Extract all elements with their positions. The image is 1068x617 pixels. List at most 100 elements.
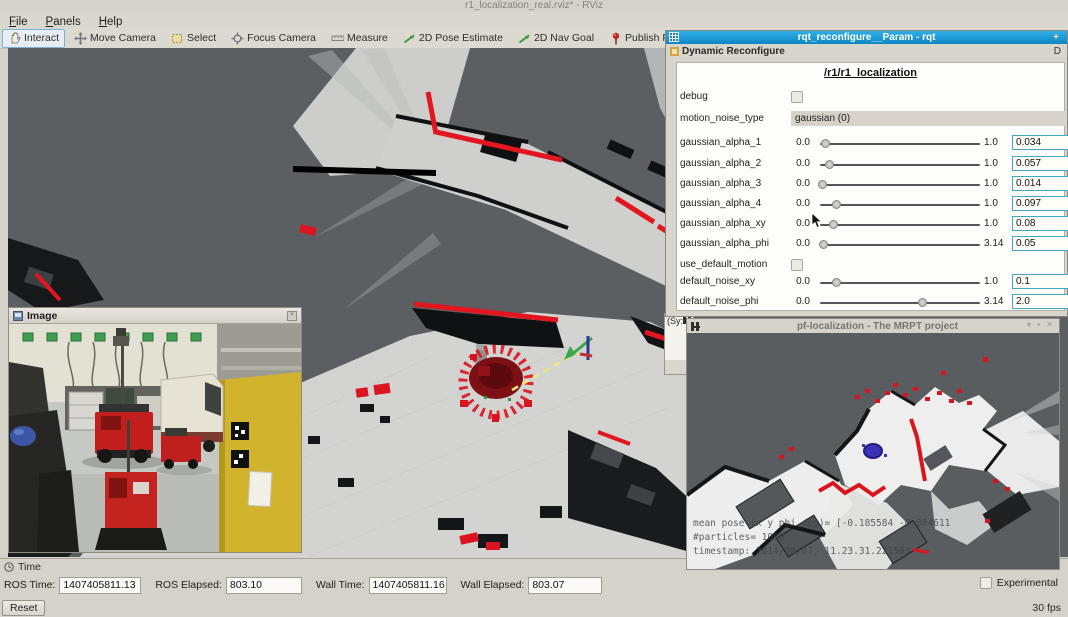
image-panel-title: Image	[27, 310, 287, 322]
move-camera-button[interactable]: Move Camera	[68, 29, 162, 48]
mrpt-timestamp-line: timestamp: 2014/08/07, 11.23.31.221503	[693, 545, 1055, 559]
slider-min-label: 0.0	[780, 198, 810, 209]
time-field-label: ROS Elapsed:	[155, 579, 222, 591]
gaussian_alpha_2-value-input[interactable]: 0.057	[1012, 156, 1068, 171]
rqt-reconfigure-window: rqt_reconfigure__Param - rqt + Dynamic R…	[665, 30, 1068, 317]
mrpt-particles-line: #particles= 1000	[693, 531, 1055, 545]
default_noise_phi-value-input[interactable]: 2.0	[1012, 294, 1068, 309]
slider-min-label: 0.0	[780, 218, 810, 229]
gaussian_alpha_phi-value-input[interactable]: 0.05	[1012, 236, 1068, 251]
select-button[interactable]: Select	[165, 29, 222, 48]
gaussian_alpha_4-value-input[interactable]: 0.097	[1012, 196, 1068, 211]
param-row-gaussian_alpha_1: gaussian_alpha_10.01.00.034	[678, 135, 1067, 152]
mrpt-status-overlay: mean pose (x y phi deg)= [-0.185584 -0.8…	[693, 517, 1055, 559]
experimental-checkbox[interactable]	[980, 577, 992, 589]
param-name-label: gaussian_alpha_1	[680, 137, 761, 148]
slider-min-label: 0.0	[780, 276, 810, 287]
slider-handle[interactable]	[821, 139, 830, 148]
desktop: r1_localization_real.rviz* - RViz FilePa…	[0, 0, 1068, 617]
mrpt-mean-pose-line: mean pose (x y phi deg)= [-0.185584 -0.8…	[693, 517, 1055, 531]
slider-max-label: 3.14	[984, 238, 1003, 249]
toolbar-button-label: Move Camera	[90, 32, 156, 44]
param-row-default_noise_xy: default_noise_xy0.01.00.1	[678, 274, 1067, 291]
image-panel-close-button[interactable]: ×	[287, 311, 297, 321]
slider-max-label: 1.0	[984, 198, 998, 209]
rqt-titlebar[interactable]: rqt_reconfigure__Param - rqt +	[666, 31, 1067, 44]
slider-handle[interactable]	[818, 180, 827, 189]
use_default_motion-checkbox[interactable]	[791, 259, 803, 271]
time-field-label: ROS Time:	[4, 579, 55, 591]
param-name-label: gaussian_alpha_3	[680, 178, 761, 189]
slider-handle[interactable]	[819, 240, 828, 249]
slider-handle[interactable]	[832, 278, 841, 287]
gaussian_alpha_4-slider[interactable]	[820, 204, 980, 206]
gaussian_alpha_xy-slider[interactable]	[820, 224, 980, 226]
time-field: ROS Time: 1407405811.13	[4, 577, 141, 594]
image-panel-icon	[13, 311, 23, 321]
rqt-node-name: /r1/r1_localization	[676, 67, 1065, 79]
time-field-value[interactable]: 803.10	[226, 577, 302, 594]
ar-marker	[231, 450, 249, 468]
param-row-gaussian_alpha_3: gaussian_alpha_3 0.0 1.0 0.014	[678, 176, 1067, 193]
experimental-option: Experimental	[980, 577, 1058, 589]
interact-button[interactable]: Interact	[2, 29, 65, 48]
gaussian_alpha_3-value-input[interactable]: 0.014	[1012, 176, 1068, 191]
focus-camera-button[interactable]: Focus Camera	[225, 29, 322, 48]
rqt-dock-corner-label: D	[1054, 46, 1061, 57]
param-row-gaussian_alpha_xy: gaussian_alpha_xy0.01.00.08	[678, 216, 1067, 233]
param-row-gaussian_alpha_2: gaussian_alpha_20.01.00.057	[678, 156, 1067, 173]
param-row-gaussian_alpha_4: gaussian_alpha_4 0.0 1.0 0.097	[678, 196, 1067, 213]
move-camera-icon	[74, 32, 87, 45]
debug-checkbox[interactable]	[791, 91, 803, 103]
measure-button[interactable]: Measure	[325, 29, 394, 48]
param-row-debug: debug	[678, 89, 1067, 106]
toolbar-button-label: Focus Camera	[247, 32, 316, 44]
slider-handle[interactable]	[829, 220, 838, 229]
gaussian_alpha_1-value-input[interactable]: 0.034	[1012, 135, 1068, 150]
fps-indicator: 30 fps	[1032, 602, 1061, 614]
rqt-dock-titlebar[interactable]: Dynamic Reconfigure D	[666, 44, 1067, 58]
time-field: Wall Time: 1407405811.16	[316, 577, 447, 594]
motion_noise_type-dropdown[interactable]: gaussian (0)	[791, 111, 1065, 126]
2d-pose-estimate-button[interactable]: 2D Pose Estimate	[397, 29, 509, 48]
slider-handle[interactable]	[918, 298, 927, 307]
gaussian_alpha_phi-slider[interactable]	[820, 244, 980, 246]
param-name-label: debug	[680, 91, 708, 102]
slider-max-label: 1.0	[984, 178, 998, 189]
rviz-window-title: r1_localization_real.rviz* - RViz	[0, 0, 1068, 12]
gaussian_alpha_3-slider[interactable]	[820, 184, 980, 186]
default_noise_xy-value-input[interactable]: 0.1	[1012, 274, 1068, 289]
gaussian_alpha_1-slider[interactable]	[820, 143, 980, 145]
time-field-value[interactable]: 1407405811.16	[369, 577, 447, 594]
time-field-label: Wall Time:	[316, 579, 365, 591]
toolbar-button-label: Select	[187, 32, 216, 44]
slider-max-label: 1.0	[984, 276, 998, 287]
mrpt-titlebar[interactable]: pf-localization - The MRPT project ▾ ▪ ✕	[687, 319, 1059, 333]
gaussian_alpha_xy-value-input[interactable]: 0.08	[1012, 216, 1068, 231]
2d-nav-goal-button[interactable]: 2D Nav Goal	[512, 29, 600, 48]
param-name-label: gaussian_alpha_4	[680, 198, 761, 209]
slider-max-label: 3.14	[984, 296, 1003, 307]
time-fields: ROS Time: 1407405811.13 ROS Elapsed: 803.10…	[0, 574, 1068, 596]
gaussian_alpha_2-slider[interactable]	[820, 164, 980, 166]
slider-handle[interactable]	[825, 160, 834, 169]
toolbar-button-label: Interact	[24, 32, 59, 44]
publish-pin-icon	[609, 32, 622, 45]
blue-helmet	[10, 426, 36, 446]
experimental-label: Experimental	[997, 577, 1058, 589]
time-field-value[interactable]: 803.07	[528, 577, 602, 594]
rqt-window-title: rqt_reconfigure__Param - rqt	[798, 32, 936, 43]
slider-min-label: 0.0	[780, 178, 810, 189]
param-name-label: use_default_motion	[680, 259, 767, 270]
mrpt-window-buttons[interactable]: ▾ ▪ ✕	[1027, 320, 1055, 329]
reset-button[interactable]: Reset	[2, 600, 45, 616]
time-field: ROS Elapsed: 803.10	[155, 577, 302, 594]
image-panel-titlebar[interactable]: Image ×	[9, 308, 301, 324]
rqt-app-icon	[669, 32, 679, 42]
param-row-motion_noise_type: motion_noise_typegaussian (0)	[678, 111, 1067, 128]
time-field-value[interactable]: 1407405811.13	[59, 577, 141, 594]
slider-handle[interactable]	[832, 200, 841, 209]
rqt-titlebar-plus-icon[interactable]: +	[1053, 31, 1059, 44]
default_noise_phi-slider[interactable]	[820, 302, 980, 304]
default_noise_xy-slider[interactable]	[820, 282, 980, 284]
